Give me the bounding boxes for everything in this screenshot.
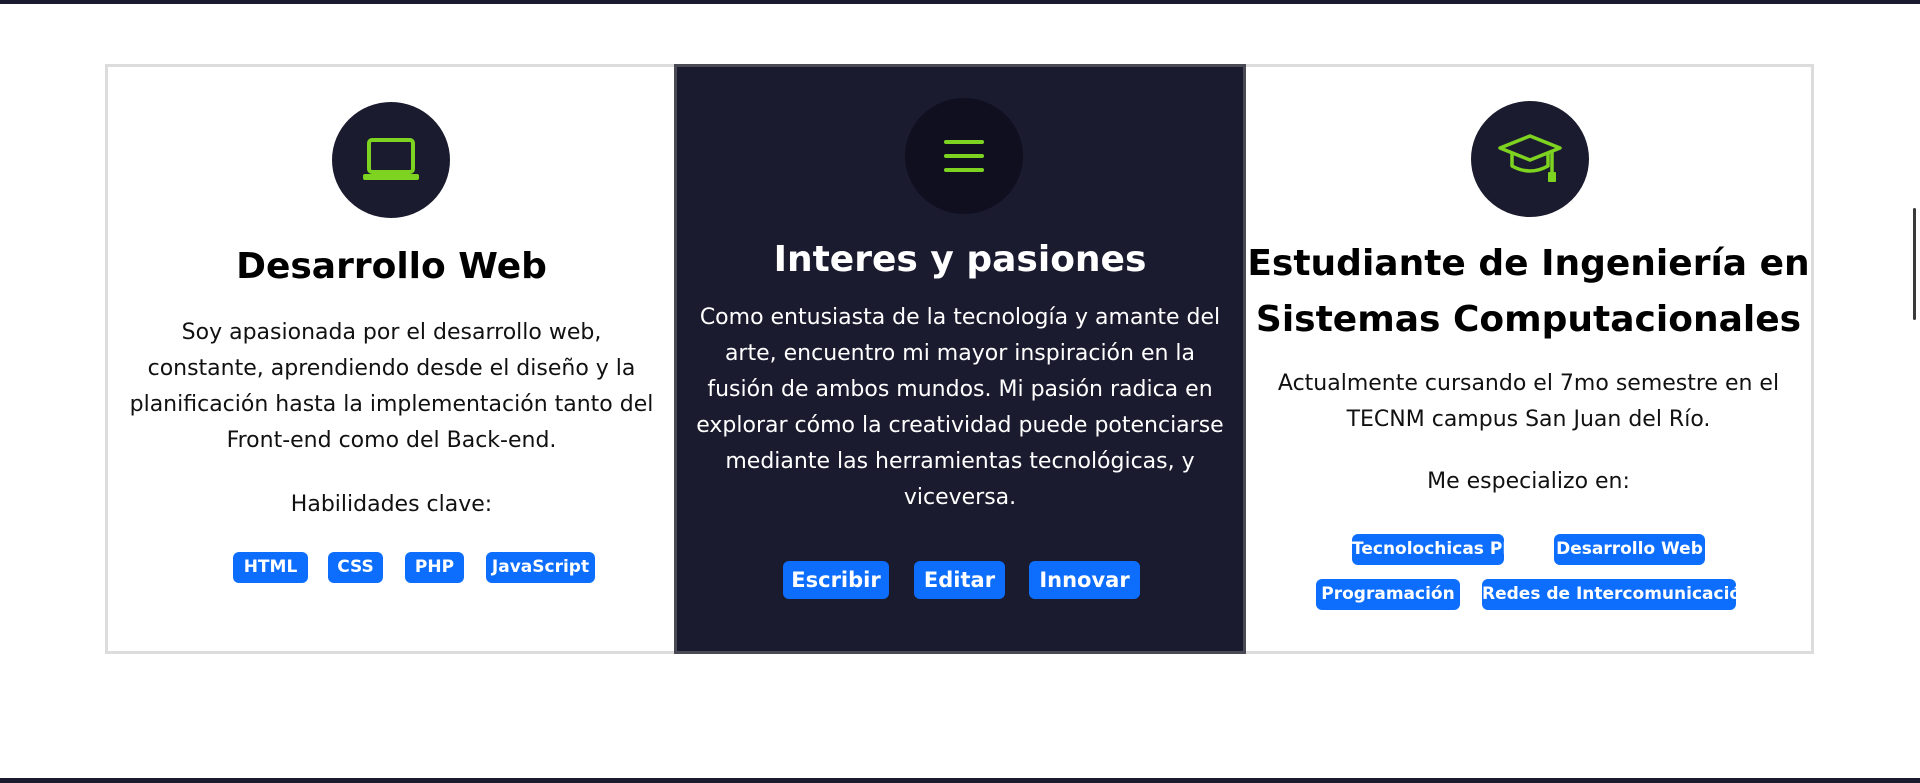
- skill-tag-javascript[interactable]: JavaScript: [486, 552, 595, 583]
- card-description: Soy apasionada por el desarrollo web, co…: [118, 315, 665, 459]
- specialty-label: Me especializo en:: [1427, 469, 1630, 494]
- icon-circle: [1471, 101, 1589, 217]
- escribir-button[interactable]: Escribir: [783, 561, 889, 599]
- specialty-tag-tecnolochicas[interactable]: Tecnolochicas PRO: [1352, 534, 1530, 565]
- skill-tag-php[interactable]: PHP: [405, 552, 464, 583]
- editar-button[interactable]: Editar: [914, 561, 1005, 599]
- title-line: Estudiante de Ingeniería en: [1247, 243, 1810, 284]
- card-description: Como entusiasta de la tecnología y amant…: [687, 300, 1233, 516]
- skills-label: Habilidades clave:: [290, 492, 493, 517]
- menu-icon: [944, 140, 984, 172]
- card-description: Actualmente cursando el 7mo semestre en …: [1256, 366, 1801, 438]
- graduation-cap-icon: [1498, 134, 1562, 182]
- description-line: planificación hasta la implementación ta…: [129, 392, 654, 417]
- description-line: constante, aprendiendo desde el diseño y…: [147, 356, 636, 381]
- description-line: mediante las herramientas tecnológicas, …: [725, 449, 1195, 474]
- specialty-tag-programacion[interactable]: Programación: [1316, 579, 1460, 610]
- scrollbar-thumb[interactable]: [1913, 208, 1916, 320]
- card-desarrollo-web: Desarrollo Web Soy apasionada por el des…: [108, 64, 675, 654]
- innovar-button[interactable]: Innovar: [1029, 561, 1140, 599]
- card-title: Estudiante de Ingeniería en Sistemas Com…: [1246, 236, 1811, 348]
- card-intereses-pasiones: Interes y pasiones Como entusiasta de la…: [674, 64, 1246, 654]
- skill-tag-css[interactable]: CSS: [328, 552, 383, 583]
- top-border: [0, 0, 1920, 4]
- description-line: explorar cómo la creatividad puede poten…: [696, 413, 1224, 438]
- description-line: Como entusiasta de la tecnología y amant…: [699, 305, 1221, 330]
- description-line: Actualmente cursando el 7mo semestre en …: [1277, 371, 1780, 396]
- card-title: Desarrollo Web: [236, 246, 547, 287]
- laptop-icon: [363, 138, 419, 180]
- bottom-border: [0, 778, 1920, 783]
- skill-tag-html[interactable]: HTML: [233, 552, 308, 583]
- specialty-tag-desarrollo-web[interactable]: Desarrollo Web: [1554, 534, 1705, 565]
- description-line: viceversa.: [903, 485, 1017, 510]
- description-line: arte, encuentro mi mayor inspiración en …: [724, 341, 1196, 366]
- specialty-tag-redes[interactable]: Redes de Intercomunicación: [1482, 579, 1753, 610]
- title-line: Sistemas Computacionales: [1255, 299, 1802, 340]
- icon-circle: [905, 98, 1023, 214]
- icon-circle: [332, 102, 450, 218]
- description-line: Soy apasionada por el desarrollo web,: [181, 320, 602, 345]
- description-line: fusión de ambos mundos. Mi pasión radica…: [707, 377, 1213, 402]
- description-line: TECNM campus San Juan del Río.: [1346, 407, 1711, 432]
- card-title: Interes y pasiones: [773, 239, 1147, 280]
- card-estudiante: Estudiante de Ingeniería en Sistemas Com…: [1246, 64, 1811, 654]
- description-line: Front-end como del Back-end.: [226, 428, 557, 453]
